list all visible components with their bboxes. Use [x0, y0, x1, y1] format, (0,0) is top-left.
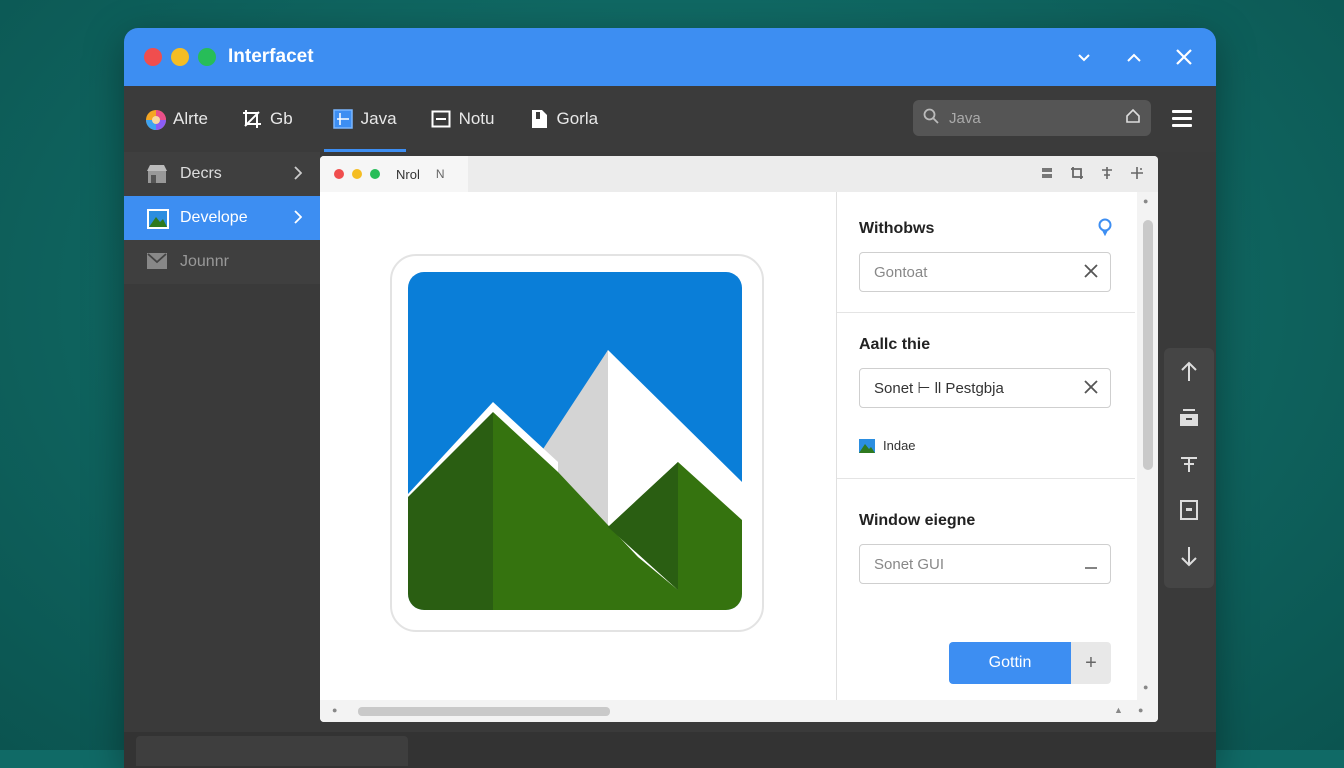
chevron-right-icon [294, 208, 302, 229]
hamburger-menu-icon[interactable] [1172, 110, 1192, 128]
tab-label: Nrol [396, 167, 420, 182]
traffic-lights [144, 48, 216, 66]
section-title: Aallc thie [859, 336, 930, 354]
section-1-field [859, 252, 1111, 292]
sidebar: Decrs Develope Jounnr [124, 152, 320, 768]
section-separator [837, 312, 1135, 313]
clear-search-icon[interactable] [1125, 108, 1141, 129]
mini-minimize-dot[interactable] [352, 169, 362, 179]
sidebar-item-jounnr[interactable]: Jounnr [124, 240, 320, 284]
mini-close-dot[interactable] [334, 169, 344, 179]
section-title: Withobws [859, 220, 934, 238]
image-link[interactable]: Indae [859, 438, 916, 453]
menu-item-alrte[interactable]: Alrte [128, 86, 225, 152]
pin-tool-icon[interactable] [1178, 452, 1200, 476]
status-tab[interactable] [136, 736, 408, 766]
clear-field-icon[interactable] [1084, 262, 1098, 283]
crop-tool-icon [242, 109, 262, 129]
section-separator [837, 478, 1135, 479]
location-pin-icon[interactable] [1097, 218, 1113, 236]
section-title: Window eiegne [859, 512, 975, 530]
title-bar: Interfacet [124, 28, 1216, 86]
scroll-corner-icon: ● [1138, 705, 1143, 715]
properties-panel: Withobws Aallc thie Indae [837, 192, 1137, 700]
storefront-icon [146, 164, 168, 184]
chevron-up-icon[interactable] [1122, 47, 1146, 68]
primary-action-button[interactable]: Gottin [949, 642, 1071, 684]
arrow-down-icon[interactable] [1178, 544, 1200, 568]
menu-label: Gb [270, 109, 293, 129]
sidebar-item-label: Develope [180, 209, 248, 227]
menu-item-notu[interactable]: Notu [414, 86, 512, 152]
arrow-up-icon[interactable] [1178, 360, 1200, 384]
chevron-down-icon[interactable] [1072, 47, 1096, 68]
tab-close-button[interactable]: N [436, 167, 445, 181]
status-bar [124, 732, 1216, 768]
scroll-left-arrow-icon[interactable]: ● [332, 705, 337, 715]
search-box [913, 100, 1151, 136]
sidebar-item-label: Decrs [180, 165, 222, 183]
page-icon[interactable] [1178, 498, 1200, 522]
panel-window-icon [431, 109, 451, 129]
menu-label: Gorla [557, 109, 599, 129]
image-link-label: Indae [883, 438, 916, 453]
menu-label: Java [361, 109, 397, 129]
scroll-down-arrow-icon[interactable]: ● [1143, 682, 1148, 692]
mountain-image-icon [408, 272, 742, 610]
zoom-traffic-button[interactable] [198, 48, 216, 66]
vertical-scrollbar[interactable]: ● ● [1137, 192, 1158, 700]
menu-item-java[interactable]: Java [316, 86, 414, 152]
close-icon[interactable] [1172, 42, 1196, 73]
action-button-group: Gottin + [949, 642, 1111, 684]
horizontal-scrollbar[interactable]: ● ▲ ● [320, 700, 1158, 722]
app-window: Interfacet Al [124, 28, 1216, 768]
align-icon[interactable] [1100, 166, 1116, 182]
mini-zoom-dot[interactable] [370, 169, 380, 179]
section-2-input[interactable] [872, 379, 1084, 398]
expand-icon[interactable] [1130, 166, 1146, 182]
sidebar-item-label: Jounnr [180, 253, 229, 271]
inner-window: Nrol N [320, 156, 1158, 722]
inner-tab[interactable]: Nrol N [320, 156, 468, 192]
small-image-icon [859, 439, 875, 453]
clear-field-icon[interactable] [1084, 378, 1098, 399]
minus-icon[interactable] [1084, 554, 1098, 575]
menu-bar: Alrte Gb Java Notu Gorla [124, 86, 1216, 152]
section-3-field [859, 544, 1111, 584]
menu-label: Alrte [173, 109, 208, 129]
search-icon [923, 108, 939, 129]
menu-item-gb[interactable]: Gb [225, 86, 310, 152]
image-frame [390, 254, 764, 632]
tray-icon[interactable] [1178, 406, 1200, 430]
vertical-scroll-thumb[interactable] [1143, 220, 1153, 470]
menu-item-gorla[interactable]: Gorla [512, 86, 616, 152]
section-3-input[interactable] [872, 555, 1084, 574]
mail-icon [146, 252, 168, 272]
image-preview-panel [320, 192, 836, 700]
crop-icon[interactable] [1070, 166, 1086, 182]
document-icon [529, 109, 549, 129]
scroll-right-arrow-icon[interactable]: ▲ [1114, 705, 1123, 715]
mini-traffic-lights [334, 169, 380, 179]
scroll-up-arrow-icon[interactable]: ● [1143, 196, 1148, 206]
image-icon [146, 208, 168, 228]
close-traffic-button[interactable] [144, 48, 162, 66]
menu-label: Notu [459, 109, 495, 129]
section-1-input[interactable] [872, 263, 1084, 282]
layers-icon[interactable] [1040, 166, 1056, 182]
side-toolbar [1164, 348, 1214, 588]
add-button[interactable]: + [1071, 642, 1111, 684]
sidebar-item-develope[interactable]: Develope [124, 196, 320, 240]
sidebar-item-decrs[interactable]: Decrs [124, 152, 320, 196]
minimize-traffic-button[interactable] [171, 48, 189, 66]
window-title: Interfacet [228, 46, 314, 68]
inner-tab-bar: Nrol N [320, 156, 1158, 192]
inner-toolbar [1040, 156, 1146, 192]
grid-window-icon [333, 109, 353, 129]
search-input[interactable] [947, 109, 1121, 128]
section-2-field [859, 368, 1111, 408]
horizontal-scroll-thumb[interactable] [358, 707, 610, 716]
color-wheel-icon [145, 109, 165, 129]
chevron-right-icon [294, 164, 302, 185]
